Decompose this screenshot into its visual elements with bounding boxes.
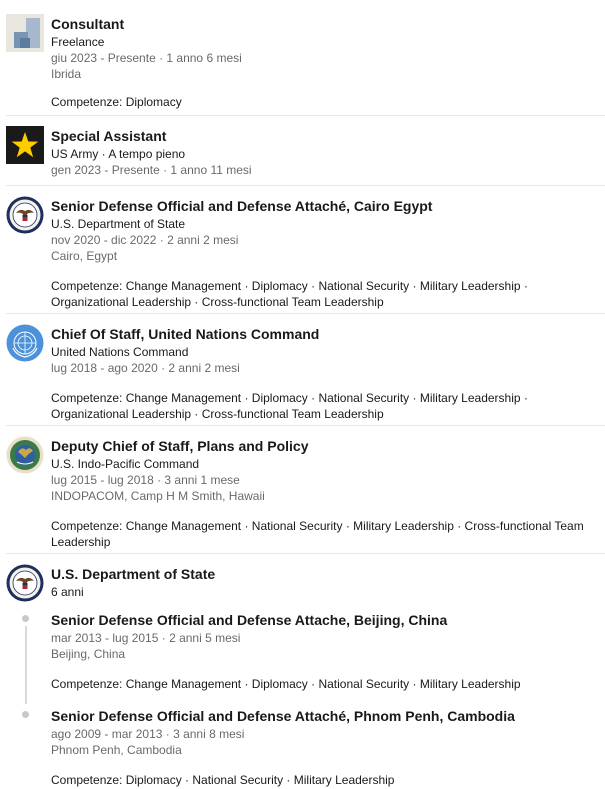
- company-name: United Nations Command: [51, 345, 189, 359]
- experience-item: Special Assistant US Army · A tempo pien…: [0, 116, 605, 186]
- timeline-dot: [22, 711, 29, 718]
- sub-role-item: Senior Defense Official and Defense Atta…: [51, 706, 597, 788]
- work-location: Cairo, Egypt: [51, 249, 118, 263]
- experience-group: U.S. Department of State 6 anni Senior D…: [0, 554, 605, 789]
- experience-item: Deputy Chief of Staff, Plans and Policy …: [0, 426, 605, 554]
- sub-role-item: Senior Defense Official and Defense Atta…: [51, 610, 597, 692]
- skills-line[interactable]: Competenze: Change Management · Diplomac…: [51, 676, 597, 692]
- skills-line[interactable]: Competenze: Change Management · Diplomac…: [51, 390, 597, 422]
- company-name: U.S. Indo-Pacific Command: [51, 457, 200, 471]
- experience-item: Chief Of Staff, United Nations Command U…: [0, 314, 605, 426]
- date-range: ago 2009 - mar 2013 · 3 anni 8 mesi: [51, 727, 245, 741]
- un-emblem-icon[interactable]: [6, 324, 44, 362]
- work-location: Ibrida: [51, 67, 82, 81]
- skills-line[interactable]: Competenze: Change Management · National…: [51, 518, 597, 550]
- timeline-dot: [22, 615, 29, 622]
- indopacom-seal-icon[interactable]: [6, 436, 44, 474]
- date-range: mar 2013 - lug 2015 · 2 anni 5 mesi: [51, 631, 241, 645]
- skills-line[interactable]: Competenze: Diplomacy: [51, 94, 597, 110]
- date-range: lug 2015 - lug 2018 · 3 anni 1 mese: [51, 473, 240, 487]
- company-name: US Army · A tempo pieno: [51, 147, 186, 161]
- company-name: U.S. Department of State: [51, 217, 186, 231]
- job-title[interactable]: Chief Of Staff, United Nations Command: [51, 324, 597, 344]
- work-location: Phnom Penh, Cambodia: [51, 743, 182, 757]
- job-title[interactable]: Consultant: [51, 14, 597, 34]
- job-title[interactable]: Senior Defense Official and Defense Atta…: [51, 610, 597, 630]
- group-company-name[interactable]: U.S. Department of State: [51, 564, 597, 584]
- date-range: lug 2018 - ago 2020 · 2 anni 2 mesi: [51, 361, 240, 375]
- group-duration: 6 anni: [51, 585, 84, 599]
- date-range: giu 2023 - Presente · 1 anno 6 mesi: [51, 51, 242, 65]
- job-title[interactable]: Senior Defense Official and Defense Atta…: [51, 706, 597, 726]
- job-title[interactable]: Senior Defense Official and Defense Atta…: [51, 196, 597, 216]
- timeline-line: [25, 626, 27, 704]
- skills-line[interactable]: Competenze: Diplomacy · National Securit…: [51, 772, 597, 788]
- experience-item: Senior Defense Official and Defense Atta…: [0, 186, 605, 314]
- work-location: Beijing, China: [51, 647, 126, 661]
- job-title[interactable]: Special Assistant: [51, 126, 597, 146]
- company-name: Freelance: [51, 35, 105, 49]
- date-range: gen 2023 - Presente · 1 anno 11 mesi: [51, 163, 252, 177]
- experience-item: Consultant Freelance giu 2023 - Presente…: [0, 0, 605, 116]
- work-location: INDOPACOM, Camp H M Smith, Hawaii: [51, 489, 265, 503]
- placeholder-company-icon[interactable]: [6, 14, 44, 52]
- state-dept-seal-icon[interactable]: [6, 564, 44, 602]
- state-dept-seal-icon[interactable]: [6, 196, 44, 234]
- job-title[interactable]: Deputy Chief of Staff, Plans and Policy: [51, 436, 597, 456]
- date-range: nov 2020 - dic 2022 · 2 anni 2 mesi: [51, 233, 239, 247]
- army-star-icon[interactable]: [6, 126, 44, 164]
- skills-line[interactable]: Competenze: Change Management · Diplomac…: [51, 278, 597, 310]
